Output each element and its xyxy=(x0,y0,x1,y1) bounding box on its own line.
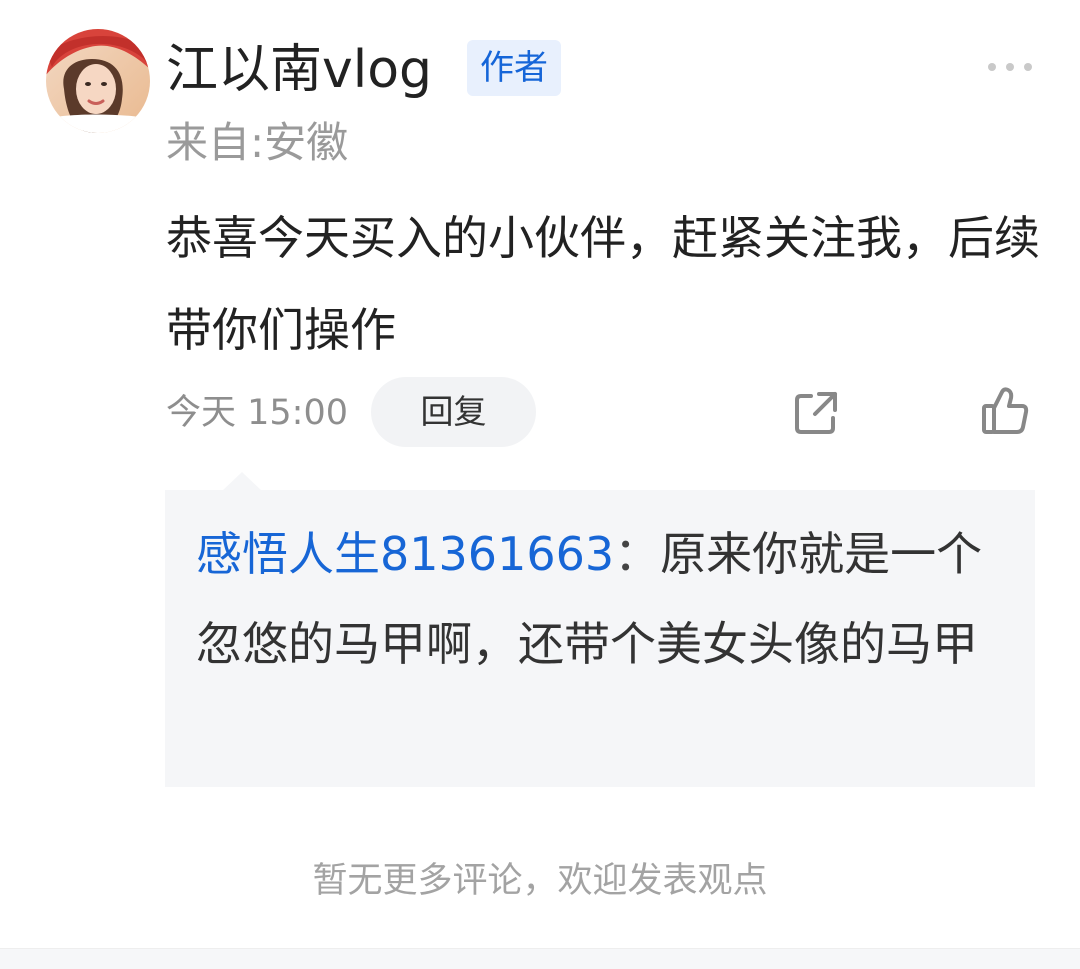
share-icon[interactable] xyxy=(793,390,839,436)
bottom-divider xyxy=(0,948,1080,969)
reply-separator: ： xyxy=(614,527,661,581)
author-name[interactable]: 江以南vlog xyxy=(166,34,432,106)
reply-button[interactable]: 回复 xyxy=(371,377,536,447)
reply-author[interactable]: 感悟人生81361663 xyxy=(196,527,614,581)
comment-page: 江以南vlog 作者 来自:安徽 恭喜今天买入的小伙伴，赶紧关注我，后续带你们操… xyxy=(0,0,1080,969)
author-badge: 作者 xyxy=(467,40,561,96)
comment-time: 今天 15:00 xyxy=(166,393,348,433)
reply-item: 感悟人生81361663：原来你就是一个忽悠的马甲啊，还带个美女头像的马甲 xyxy=(196,509,1016,689)
more-dots-icon[interactable] xyxy=(984,55,1036,79)
location-label: 来自:安徽 xyxy=(166,118,349,167)
no-more-comments-text: 暂无更多评论，欢迎发表观点 xyxy=(312,861,768,901)
reply-pointer xyxy=(222,472,262,491)
avatar[interactable] xyxy=(46,29,150,133)
thumbs-up-icon[interactable] xyxy=(980,386,1030,436)
comment-text: 恭喜今天买入的小伙伴，赶紧关注我，后续带你们操作 xyxy=(166,211,1040,357)
